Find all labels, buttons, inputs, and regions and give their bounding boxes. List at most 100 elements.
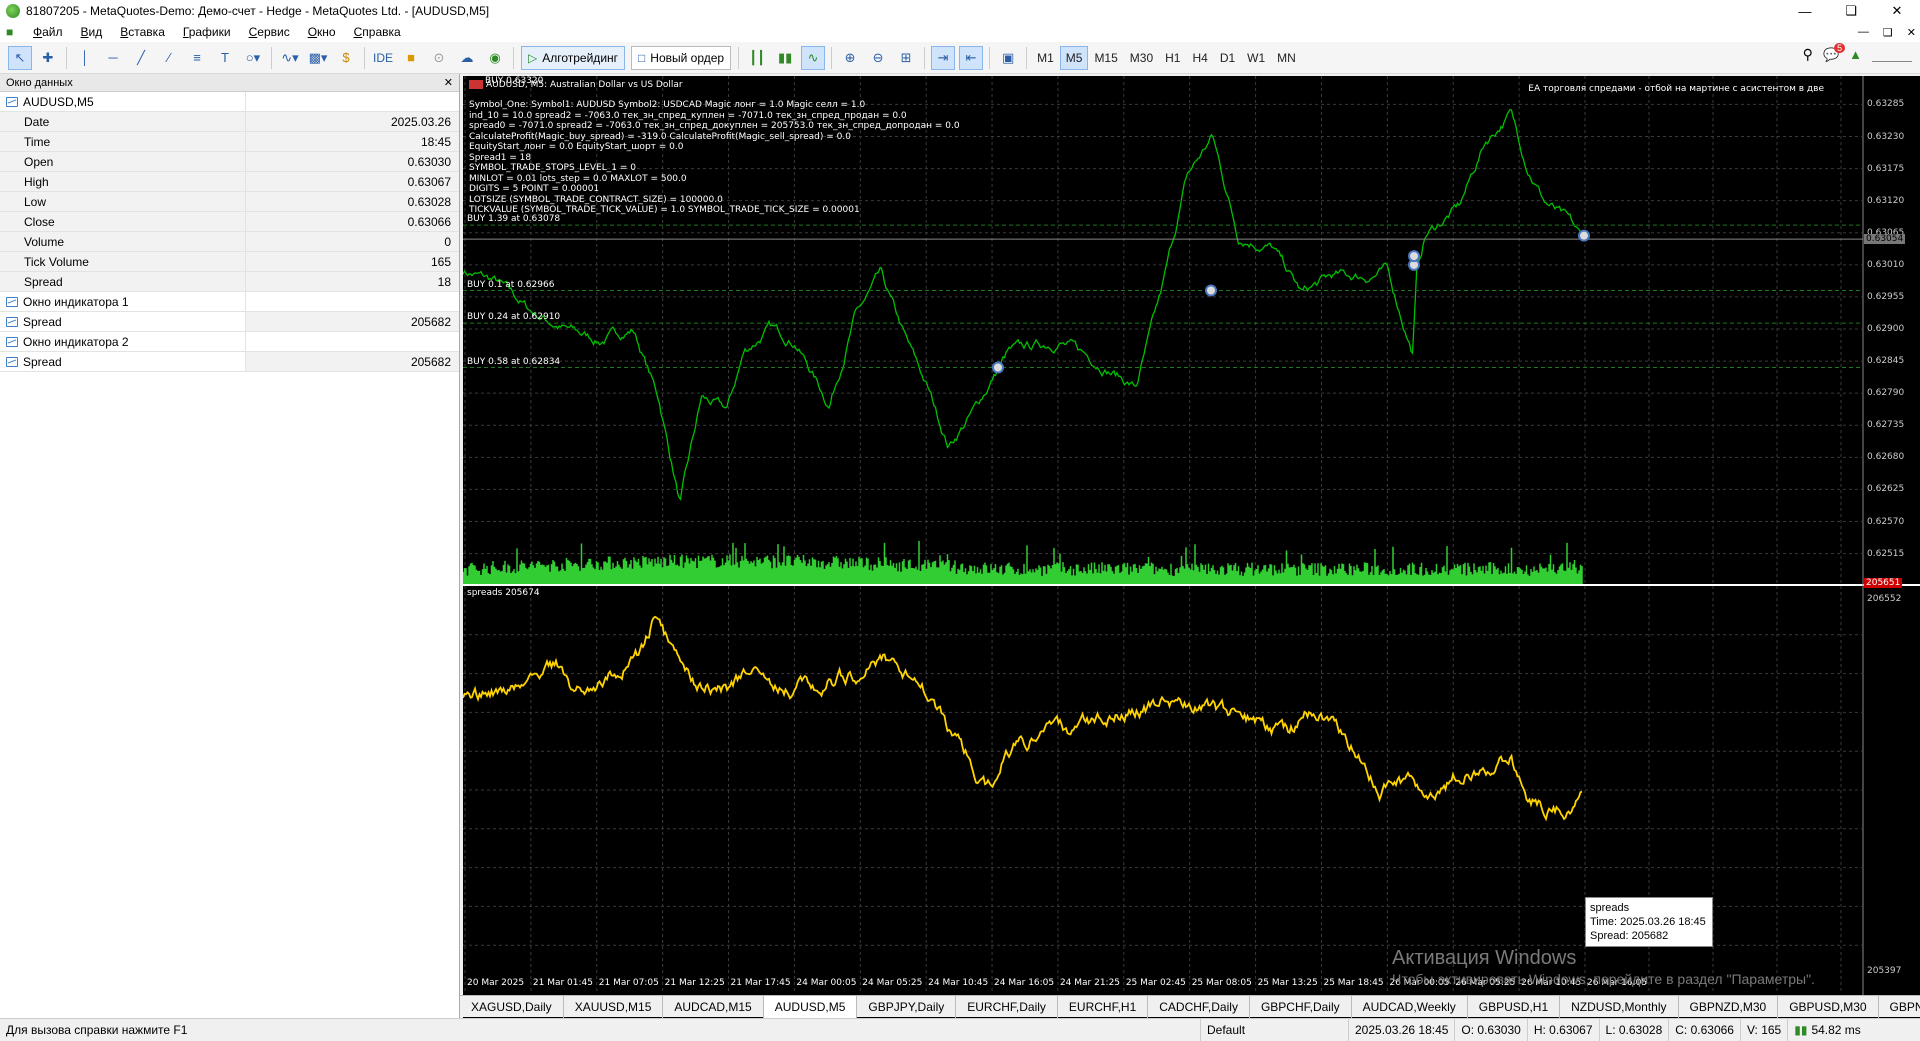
chart-tab[interactable]: AUDCAD,Weekly <box>1352 995 1468 1018</box>
data-row[interactable]: High 0.63067 <box>0 172 459 192</box>
market-icon[interactable]: ◉ <box>483 46 507 70</box>
trade-marker <box>1578 229 1590 242</box>
new-order-button[interactable]: □ Новый ордер <box>631 45 732 70</box>
data-row[interactable]: Volume 0 <box>0 232 459 252</box>
chart-shift-icon[interactable]: ⇤ <box>959 45 984 70</box>
current-price-label: 0.63054 <box>1864 234 1906 245</box>
chart-tab[interactable]: GBPNZD,M30 <box>1679 995 1779 1018</box>
data-row[interactable]: Close 0.63066 <box>0 212 459 232</box>
search-icon[interactable]: ⚲ <box>1803 46 1813 63</box>
line-chart-icon[interactable]: ∿ <box>801 45 826 70</box>
vertical-line-icon[interactable]: │ <box>73 46 97 70</box>
ide-button[interactable]: IDE <box>371 46 395 70</box>
indicator-2-spread-row[interactable]: Spread 205682 <box>0 352 459 372</box>
crosshair-icon[interactable]: ✚ <box>36 46 60 70</box>
status-profile[interactable]: Default <box>1200 1018 1348 1041</box>
tf-m5[interactable]: M5 <box>1059 45 1089 70</box>
menu-tools[interactable]: Сервис <box>240 25 299 39</box>
price-tick: 0.62625 <box>1867 484 1905 495</box>
chart-tab[interactable]: GBPCHF,Daily <box>1250 995 1352 1018</box>
tf-m30[interactable]: M30 <box>1124 46 1159 70</box>
indicators-icon[interactable]: ∿▾ <box>278 46 302 70</box>
chart-tab[interactable]: EURCHF,H1 <box>1058 995 1149 1018</box>
menu-help[interactable]: Справка <box>345 25 410 39</box>
horizontal-line-icon[interactable]: ─ <box>101 46 125 70</box>
notifications-icon[interactable]: 💬 5 <box>1823 42 1846 63</box>
chart-tab[interactable]: CADCHF,Daily <box>1148 995 1250 1018</box>
signal-icon[interactable]: ⊙ <box>427 46 451 70</box>
tf-w1[interactable]: W1 <box>1241 46 1271 70</box>
data-rows: Date 2025.03.26 Time 18:45 Open 0.63030 High 0.… <box>0 112 459 292</box>
chart-tab[interactable]: XAGUSD,Daily <box>460 995 564 1018</box>
indicator-1-row[interactable]: Окно индикатора 1 <box>0 292 459 312</box>
vps-icon[interactable]: ▲ <box>1849 47 1862 62</box>
symbol-label: AUDUSD,M5 <box>23 94 94 109</box>
chart-menu-icon[interactable]: ■ <box>6 25 20 39</box>
indicator-2-row[interactable]: Окно индикатора 2 <box>0 332 459 352</box>
chart-tab[interactable]: GBPUSD,H1 <box>1468 995 1561 1018</box>
channel-icon[interactable]: ∕ <box>157 46 181 70</box>
candles-icon[interactable]: ▮▮ <box>773 46 797 70</box>
text-tool-icon[interactable]: T <box>213 46 237 70</box>
indicator-tick: 206552 <box>1867 594 1902 604</box>
tf-m1[interactable]: M1 <box>1031 46 1060 70</box>
menu-insert[interactable]: Вставка <box>111 25 174 39</box>
cursor-icon[interactable]: ↖ <box>8 45 32 70</box>
bar-chart-icon[interactable]: ┃┃ <box>745 46 769 70</box>
price-tick: 0.62790 <box>1867 388 1905 399</box>
menu-window[interactable]: Окно <box>299 25 345 39</box>
minimize-icon[interactable]: — <box>1782 0 1828 22</box>
chart-tab[interactable]: GBPUSD,M30 <box>1778 995 1879 1018</box>
close-icon[interactable]: ✕ <box>1874 0 1920 22</box>
data-row[interactable]: Tick Volume 165 <box>0 252 459 272</box>
mdi-restore-icon[interactable]: ❏ <box>1883 26 1893 39</box>
tf-d1[interactable]: D1 <box>1214 46 1241 70</box>
dollar-icon[interactable]: $ <box>334 46 358 70</box>
mdi-minimize-icon[interactable]: — <box>1858 26 1869 38</box>
data-window-symbol-row[interactable]: AUDUSD,M5 <box>0 92 459 112</box>
lock-icon[interactable]: ■ <box>399 46 423 70</box>
menu-charts[interactable]: Графики <box>174 25 240 39</box>
zoom-out-icon[interactable]: ⊖ <box>866 46 890 70</box>
indicator-2-spread-key: Spread <box>23 354 62 369</box>
tile-windows-icon[interactable]: ⊞ <box>894 46 918 70</box>
chart-tab[interactable]: NZDUSD,Monthly <box>1560 995 1679 1018</box>
screenshot-icon[interactable]: ▣ <box>996 46 1020 70</box>
shapes-icon[interactable]: ○▾ <box>241 46 265 70</box>
trendline-icon[interactable]: ╱ <box>129 46 153 70</box>
cloud-icon[interactable]: ☁ <box>455 46 479 70</box>
menu-view[interactable]: Вид <box>72 25 112 39</box>
chart-tab[interactable]: XAUUSD,M15 <box>564 995 664 1018</box>
data-row[interactable]: Open 0.63030 <box>0 152 459 172</box>
time-tick: 20 Mar 2025 <box>467 978 525 988</box>
chart-tab[interactable]: AUDUSD,M5 <box>763 995 858 1018</box>
tf-m15[interactable]: M15 <box>1088 46 1123 70</box>
tf-h4[interactable]: H4 <box>1186 46 1213 70</box>
mdi-close-icon[interactable]: ✕ <box>1907 26 1916 39</box>
data-row[interactable]: Low 0.63028 <box>0 192 459 212</box>
chart-tab[interactable]: AUDCAD,M15 <box>663 995 764 1018</box>
chart-tab[interactable]: GBPNZ <box>1879 996 1920 1018</box>
data-row[interactable]: Spread 18 <box>0 272 459 292</box>
data-row[interactable]: Date 2025.03.26 <box>0 112 459 132</box>
time-tick: 25 Mar 13:25 <box>1257 978 1318 988</box>
price-tick: 0.63175 <box>1867 163 1905 174</box>
tf-mn[interactable]: MN <box>1271 46 1302 70</box>
indicator-1-spread-row[interactable]: Spread 205682 <box>0 312 459 332</box>
status-ping[interactable]: ▮▮ 54.82 ms <box>1787 1018 1867 1041</box>
zoom-in-icon[interactable]: ⊕ <box>838 46 862 70</box>
fibonacci-icon[interactable]: ≡ <box>185 46 209 70</box>
chart-type-icon[interactable]: ▩▾ <box>306 46 330 70</box>
auto-scroll-icon[interactable]: ⇥ <box>931 45 956 70</box>
price-tick: 0.62735 <box>1867 420 1905 431</box>
chart-window[interactable]: AUDUSD, M5: Australian Dollar vs US Doll… <box>463 76 1920 1018</box>
maximize-icon[interactable]: ❏ <box>1828 0 1874 22</box>
data-row-value: 0.63066 <box>246 212 459 231</box>
menu-file[interactable]: Файл <box>24 25 72 39</box>
algotrading-button[interactable]: ▷ Алготрейдинг <box>521 45 626 70</box>
tf-h1[interactable]: H1 <box>1159 46 1186 70</box>
data-row[interactable]: Time 18:45 <box>0 132 459 152</box>
chart-tab[interactable]: GBPJPY,Daily <box>857 995 957 1018</box>
chart-tab[interactable]: EURCHF,Daily <box>956 995 1058 1018</box>
data-window-close-icon[interactable]: ✕ <box>444 76 453 89</box>
